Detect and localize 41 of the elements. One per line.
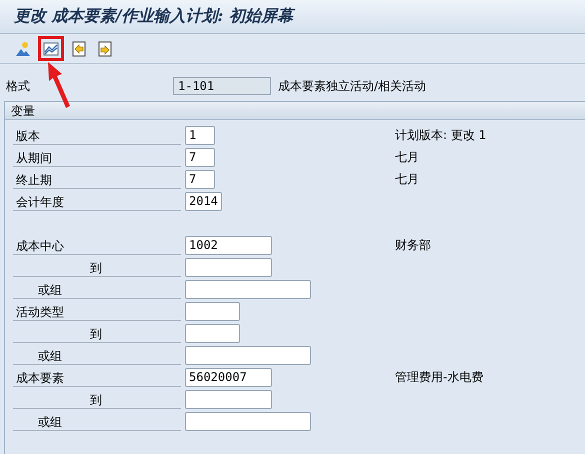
format-description: 成本要素独立活动/相关活动 — [278, 78, 426, 94]
toolbar-button[interactable] — [38, 36, 64, 61]
field-label: 从期间 — [13, 148, 181, 166]
input-field[interactable]: 1002 — [185, 236, 272, 254]
line-chart-icon — [43, 40, 59, 56]
field-label: 活动类型 — [13, 302, 181, 320]
input-field[interactable]: 7 — [185, 170, 215, 188]
input-field[interactable] — [185, 324, 240, 342]
field-description: 管理费用-水电费 — [395, 368, 484, 386]
input-field[interactable] — [185, 346, 311, 364]
field-label: 成本要素 — [13, 368, 181, 386]
format-field: 1-101 — [173, 77, 271, 95]
input-field[interactable] — [185, 412, 311, 430]
person-landscape-icon — [15, 40, 31, 56]
document-left-arrow-icon — [72, 40, 86, 56]
field-label: 格式 — [6, 78, 31, 94]
field-description: 财务部 — [395, 236, 431, 254]
field-label: 或组 — [13, 280, 181, 298]
input-field[interactable] — [185, 280, 311, 298]
pointer-arrow — [48, 62, 70, 108]
field-label: 到 — [13, 390, 181, 408]
input-field[interactable]: 7 — [185, 148, 215, 166]
input-field[interactable]: 2014 — [185, 192, 222, 210]
field-label: 终止期 — [13, 170, 181, 188]
input-field[interactable] — [185, 390, 272, 408]
group-title: 变量 — [5, 101, 585, 120]
field-description: 七月 — [395, 170, 419, 188]
field-description: 计划版本: 更改 1 — [395, 126, 486, 144]
field-label: 版本 — [13, 126, 181, 144]
input-field[interactable] — [185, 302, 240, 320]
input-field[interactable]: 56020007 — [185, 368, 272, 386]
window-title: 更改 成本要素/作业输入计划: 初始屏幕 — [14, 6, 293, 25]
field-label: 或组 — [13, 412, 181, 430]
field-label: 到 — [13, 324, 181, 342]
field-description: 七月 — [395, 148, 419, 166]
field-label: 或组 — [13, 346, 181, 364]
field-label: 会计年度 — [13, 192, 181, 210]
input-field[interactable]: 1 — [185, 126, 215, 144]
field-label: 到 — [13, 258, 181, 276]
input-field[interactable] — [185, 258, 272, 276]
field-label: 成本中心 — [13, 236, 181, 254]
